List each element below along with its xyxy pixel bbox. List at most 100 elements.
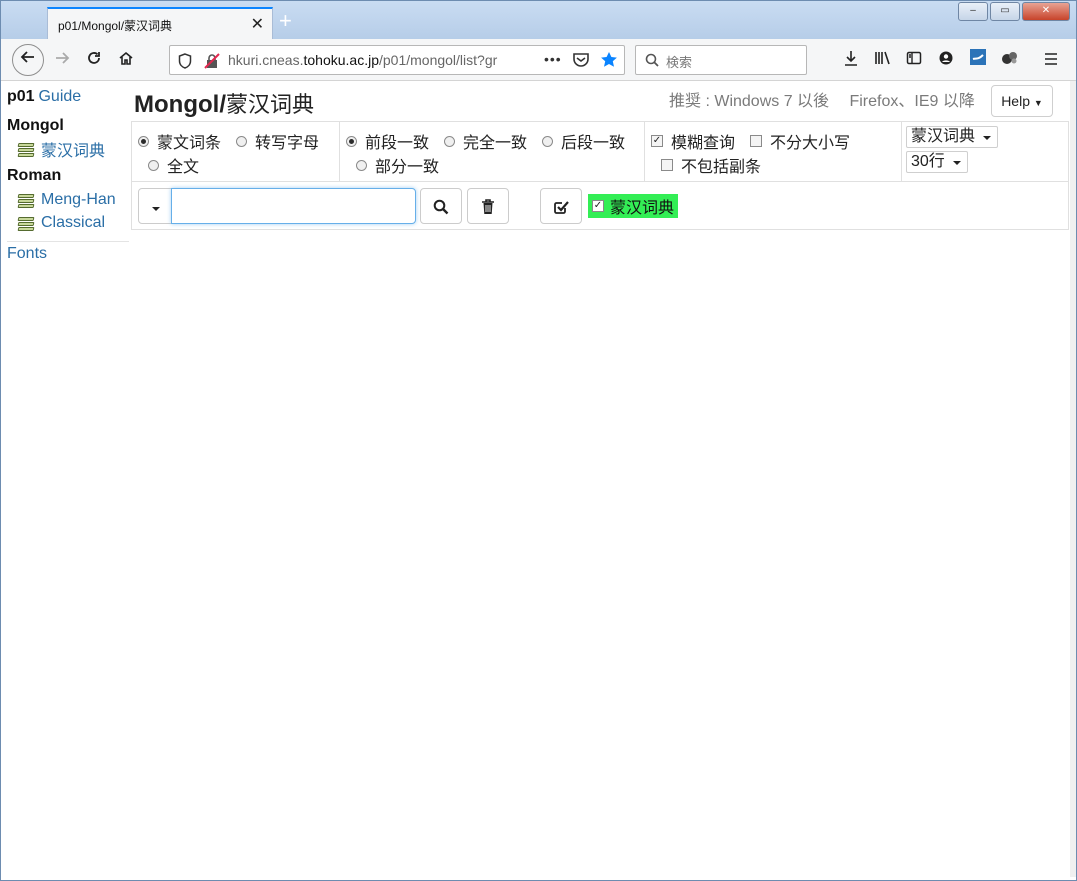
radio-prefix-match[interactable]: 前段一致 [346, 129, 429, 153]
pocket-icon[interactable] [572, 52, 590, 71]
browser-tab[interactable]: p01/Mongol/蒙汉词典 ✕ [47, 7, 273, 39]
shield-icon[interactable] [178, 53, 192, 72]
option-label: 全文 [167, 159, 200, 176]
url-host-prefix: hkuri.cneas. [228, 52, 304, 68]
sidebar-item-label: Meng-Han [41, 191, 116, 208]
radio-button [444, 135, 455, 147]
trash-icon [481, 198, 495, 215]
radio-exact-match[interactable]: 完全一致 [444, 129, 527, 153]
menu-icon[interactable] [1037, 46, 1065, 74]
help-button[interactable]: Help ▼ [991, 85, 1053, 117]
fonts-link[interactable]: Fonts [7, 245, 47, 263]
option-label: 蒙文词条 [157, 135, 222, 152]
radio-button [542, 135, 553, 147]
roman-heading: Roman [7, 167, 62, 184]
radio-transliteration[interactable]: 转写字母 [236, 129, 319, 153]
sidebar-top: p01 Guide [7, 88, 81, 106]
p01-label: p01 [7, 88, 35, 105]
home-icon[interactable] [112, 46, 140, 74]
book-stack-icon [16, 215, 36, 231]
url-bar[interactable]: hkuri.cneas.tohoku.ac.jp/p01/mongol/list… [169, 45, 625, 75]
back-icon[interactable] [12, 44, 44, 76]
option-label: 完全一致 [463, 135, 528, 152]
radio-button [346, 135, 357, 147]
option-label: 前段一致 [365, 135, 430, 152]
search-toolbar: ✓ 蒙汉词典 [131, 182, 1069, 230]
radio-suffix-match[interactable]: 后段一致 [542, 129, 625, 153]
window-controls: – ▭ ✕ [956, 2, 1070, 21]
select-option-group: 蒙汉词典 30行 [902, 122, 1068, 181]
dictionary-filter-tag[interactable]: ✓ 蒙汉词典 [588, 194, 679, 218]
minimize-button[interactable]: – [958, 2, 988, 21]
extension2-icon[interactable] [996, 46, 1024, 74]
rows-per-page-select[interactable]: 30行 [906, 151, 968, 173]
option-label: 部分一致 [375, 159, 440, 176]
title-dictionary: 蒙汉词典 [225, 92, 314, 117]
search-icon [645, 53, 659, 70]
option-label: 转写字母 [255, 135, 320, 152]
field-option-group: 蒙文词条 转写字母 全文 [132, 122, 340, 181]
search-input[interactable] [171, 188, 416, 224]
close-window-button[interactable]: ✕ [1022, 2, 1070, 21]
page-actions-icon[interactable]: ••• [544, 51, 562, 67]
browser-window: p01/Mongol/蒙汉词典 ✕ + – ▭ ✕ hkuri.cneas.to… [0, 0, 1077, 881]
sidebar-item-meng-han[interactable]: Meng-Han [16, 188, 116, 212]
radio-button [356, 159, 367, 171]
dictionary-select[interactable]: 蒙汉词典 [906, 126, 999, 148]
sidebar-item-classical[interactable]: Classical [16, 211, 105, 235]
checkbox-exclude-subentries[interactable]: 不包括副条 [661, 153, 761, 177]
flag-option-group: ✓ 模糊查询 不分大小写 不包括副条 [645, 122, 902, 181]
mongol-heading: Mongol [7, 117, 64, 134]
sidebar-divider [7, 241, 129, 242]
navigation-bar: hkuri.cneas.tohoku.ac.jp/p01/mongol/list… [1, 39, 1076, 81]
book-stack-icon [16, 192, 36, 208]
checkbox[interactable]: ✓ [592, 200, 604, 212]
book-stack-icon [16, 141, 36, 157]
new-tab-icon[interactable]: + [279, 10, 292, 32]
sidebar-item-menghan-dict[interactable]: 蒙汉词典 [16, 137, 105, 161]
sidebar-item-label: Classical [41, 214, 106, 231]
bookmark-star-icon[interactable] [600, 51, 618, 72]
radio-mongol-entry[interactable]: 蒙文词条 [138, 129, 221, 153]
url-text[interactable]: hkuri.cneas.tohoku.ac.jp/p01/mongol/list… [228, 52, 538, 68]
option-label: 不分大小写 [770, 135, 851, 152]
option-label: 模糊查询 [671, 135, 736, 152]
checkbox-ignore-case[interactable]: 不分大小写 [750, 129, 850, 153]
search-options: 蒙文词条 转写字母 全文 前段一致 完全一致 后段一致 部分一致 ✓ 模糊查询 不… [131, 121, 1069, 182]
browser-recommendation: 推奨 : Windows 7 以後 Firefox、IE9 以降 [669, 93, 975, 110]
page-content: p01 Guide Mongol 蒙汉词典 Roman Meng-Han Cla… [7, 81, 1071, 876]
search-bar[interactable]: 検索 [635, 45, 807, 75]
account-icon[interactable] [932, 46, 960, 74]
select-dictionaries-button[interactable] [540, 188, 582, 224]
option-label: 后段一致 [561, 135, 626, 152]
sidebar-item-label: 蒙汉词典 [41, 143, 106, 160]
sidebar-icon[interactable] [900, 46, 928, 74]
search-mode-dropdown[interactable] [138, 188, 172, 224]
download-icon[interactable] [837, 46, 865, 74]
check-square-icon [553, 198, 569, 215]
radio-button [148, 159, 159, 171]
forward-icon[interactable] [48, 46, 76, 74]
extension-icon[interactable] [964, 46, 992, 74]
radio-button [138, 135, 149, 147]
help-label: Help [1001, 93, 1030, 109]
tab-close-icon[interactable]: ✕ [251, 14, 264, 34]
radio-partial-match[interactable]: 部分一致 [356, 153, 439, 177]
clear-button[interactable] [467, 188, 509, 224]
maximize-button[interactable]: ▭ [990, 2, 1020, 21]
dictionary-tag-label: 蒙汉词典 [610, 200, 675, 217]
radio-button [236, 135, 247, 147]
checkbox-fuzzy-search[interactable]: ✓ 模糊查询 [651, 129, 735, 153]
radio-fulltext[interactable]: 全文 [148, 153, 199, 177]
insecure-lock-icon[interactable] [204, 53, 220, 72]
search-button[interactable] [420, 188, 462, 224]
search-placeholder: 検索 [666, 55, 693, 70]
search-icon [433, 198, 449, 215]
url-host-main: tohoku.ac.jp [303, 52, 379, 68]
library-icon[interactable] [869, 46, 897, 74]
guide-link[interactable]: Guide [38, 88, 81, 105]
title-bar: p01/Mongol/蒙汉词典 ✕ + – ▭ ✕ [1, 1, 1076, 39]
title-separator: / [219, 91, 226, 118]
title-main: Mongol [134, 91, 220, 118]
reload-icon[interactable] [80, 46, 108, 74]
